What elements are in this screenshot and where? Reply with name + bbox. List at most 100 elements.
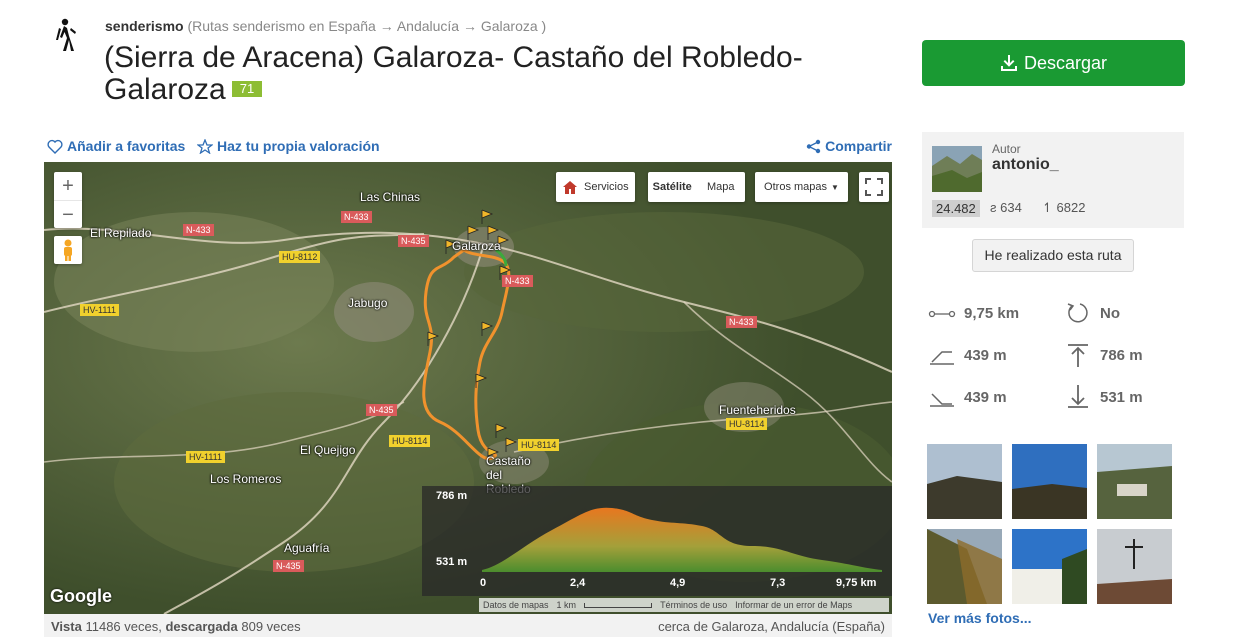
share-link[interactable]: Compartir (806, 138, 892, 154)
author-card: Autor antonio_ 24.482 ƨ 634 ↿ 6822 (922, 132, 1184, 228)
road-shield: HU-8112 (279, 251, 321, 263)
distance-stat: 9,75 km (928, 300, 1019, 326)
share-icon (806, 139, 821, 153)
download-icon (1000, 55, 1017, 71)
follower-icon: ↿ (1042, 200, 1053, 215)
zoom-control: + − (54, 172, 82, 228)
page-title: (Sierra de Aracena) Galaroza- Castaño de… (104, 42, 864, 106)
breadcrumb: senderismo (Rutas senderismo en España →… (105, 18, 546, 34)
more-photos-link[interactable]: Ver más fotos... (928, 610, 1031, 626)
road-shield: N-433 (341, 211, 372, 223)
rate-route-link[interactable]: Haz tu propia valoración (197, 138, 380, 154)
photo-thumbnail[interactable] (927, 529, 1002, 604)
terms-link[interactable]: Términos de uso (660, 600, 727, 610)
place-label: Aguafría (284, 541, 330, 555)
map-toggle[interactable]: Mapa (697, 181, 746, 193)
road-shield: HU-8114 (518, 439, 560, 451)
download-label: Descargar (1023, 52, 1108, 73)
fullscreen-button[interactable] (859, 172, 889, 202)
street-view-pegman[interactable] (54, 236, 82, 264)
author-avatar[interactable] (932, 146, 982, 192)
photo-thumbnail[interactable] (1012, 444, 1087, 519)
map-data-link[interactable]: Datos de mapas (483, 600, 549, 610)
author-routes: ƨ 634 (990, 200, 1022, 215)
satellite-toggle[interactable]: Satélite (648, 181, 697, 193)
building-icon (563, 181, 577, 194)
road-shield: HU-8114 (726, 418, 768, 430)
photo-thumbnail[interactable] (1097, 529, 1172, 604)
views-count: Vista 11486 veces, descargada 809 veces (51, 619, 301, 634)
elevation-tick: 9,75 km (836, 577, 877, 589)
photo-thumbnail[interactable] (927, 444, 1002, 519)
road-shield: N-433 (183, 224, 214, 236)
breadcrumb-path[interactable]: (Rutas senderismo en España → Andalucía … (187, 18, 546, 34)
ascent-icon (930, 351, 954, 365)
zoom-out-button[interactable]: − (54, 200, 82, 228)
descent-stat: 439 m (928, 384, 1007, 410)
arrow-up-icon (1068, 344, 1088, 367)
place-label: Los Romeros (210, 472, 282, 486)
place-label: Jabugo (348, 296, 388, 310)
loop-stat: No (1064, 300, 1120, 326)
score-badge: 71 (231, 81, 263, 97)
fullscreen-icon (865, 178, 883, 196)
place-label: Las Chinas (360, 190, 421, 204)
max-elevation-stat: 786 m (1064, 342, 1143, 368)
descent-icon (930, 393, 954, 407)
loop-icon (1067, 303, 1088, 323)
author-rank: 24.482 (932, 200, 980, 217)
ascent-stat: 439 m (928, 342, 1007, 368)
elevation-tick: 4,9 (670, 577, 686, 589)
author-kicker: Autor (992, 142, 1021, 156)
photo-thumbnail[interactable] (1097, 444, 1172, 519)
elevation-chart (482, 507, 882, 572)
hiker-icon (56, 18, 76, 51)
road-shield: HV-1111 (186, 451, 226, 463)
place-label: El Quejigo (300, 443, 356, 457)
download-button[interactable]: Descargar (922, 40, 1185, 86)
caret-down-icon: ▼ (831, 182, 839, 192)
elevation-min-label: 531 m (436, 556, 468, 568)
route-info-bar: Vista 11486 veces, descargada 809 veces … (44, 614, 892, 637)
road-shield: N-435 (398, 235, 429, 247)
place-label: El Repilado (90, 226, 152, 240)
road-shield: HU-8114 (389, 435, 431, 447)
min-elevation-stat: 531 m (1064, 384, 1143, 410)
google-logo: Google (50, 586, 112, 606)
services-label: Servicios (584, 181, 629, 193)
road-shield: HV-1111 (80, 304, 120, 316)
other-maps-dropdown[interactable]: Otros mapas ▼ (755, 172, 848, 202)
map-type-control: Satélite Mapa (648, 172, 745, 202)
road-shield: N-435 (366, 404, 397, 416)
services-button[interactable]: Servicios (556, 172, 635, 202)
road-shield: N-433 (502, 275, 533, 287)
road-shield: N-435 (273, 560, 304, 572)
report-error-link[interactable]: Informar de un error de Maps (735, 600, 852, 610)
scale-bar: 1 km (556, 600, 577, 610)
place-label: Galaroza (452, 239, 501, 253)
other-maps-label: Otros mapas (764, 181, 828, 193)
photo-thumbnail[interactable] (1012, 529, 1087, 604)
elevation-tick: 0 (480, 577, 487, 589)
route-icon: ƨ (990, 200, 997, 215)
place-label: Fuenteheridos (719, 403, 796, 417)
category-label[interactable]: senderismo (105, 18, 184, 34)
done-route-button[interactable]: He realizado esta ruta (972, 239, 1134, 272)
scale-line (584, 602, 653, 608)
zoom-in-button[interactable]: + (54, 172, 82, 200)
pegman-icon (64, 239, 72, 261)
location-text: cerca de Galaroza, Andalucía (España) (658, 619, 885, 634)
elevation-tick: 2,4 (570, 577, 586, 589)
author-name[interactable]: antonio_ (992, 156, 1059, 174)
road-shield: N-433 (726, 316, 757, 328)
author-followers: ↿ 6822 (1042, 200, 1086, 215)
route-map[interactable]: + − Servicios Satélite Mapa Otros mapas … (44, 162, 892, 614)
distance-icon (928, 310, 956, 318)
elevation-profile[interactable]: 786 m 531 m 0 2,4 4,9 7,3 9,75 km (422, 486, 892, 596)
share-label: Compartir (825, 138, 892, 154)
elevation-tick: 7,3 (770, 577, 786, 589)
add-favorites-link[interactable]: Añadir a favoritas (47, 138, 185, 154)
action-bar: Añadir a favoritas Haz tu propia valorac… (47, 138, 892, 158)
route-title-text: (Sierra de Aracena) Galaroza- Castaño de… (104, 41, 803, 106)
add-favorites-label: Añadir a favoritas (67, 138, 186, 154)
